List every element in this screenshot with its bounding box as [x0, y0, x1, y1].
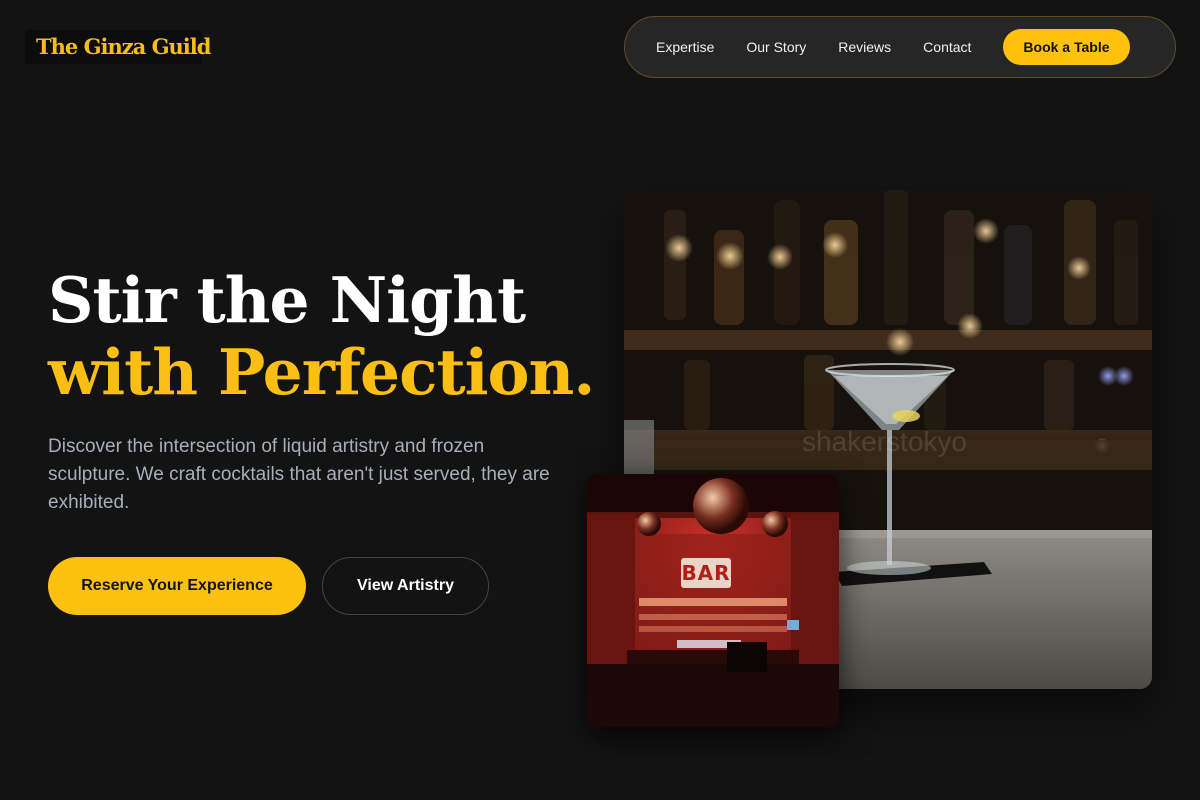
hero-title: Stir the Night with Perfection. — [48, 264, 608, 408]
photo-watermark: shakerstokyo — [802, 426, 967, 457]
brand-logo[interactable]: The Ginza Guild — [25, 30, 211, 64]
top-navigation: Expertise Our Story Reviews Contact Book… — [624, 16, 1176, 78]
nav-link-contact[interactable]: Contact — [923, 39, 971, 55]
reserve-experience-button[interactable]: Reserve Your Experience — [48, 557, 306, 615]
nav-link-our-story[interactable]: Our Story — [746, 39, 806, 55]
nav-link-expertise[interactable]: Expertise — [656, 39, 714, 55]
hero-title-line2: with Perfection. — [48, 335, 595, 409]
bar-interior-photo: BAR — [587, 474, 839, 727]
hero-subtitle: Discover the intersection of liquid arti… — [48, 436, 550, 513]
book-table-button[interactable]: Book a Table — [1003, 29, 1130, 65]
hero-title-line1: Stir the Night — [48, 263, 526, 337]
view-artistry-button[interactable]: View Artistry — [322, 557, 489, 615]
bar-sign: BAR — [681, 561, 731, 585]
nav-link-reviews[interactable]: Reviews — [838, 39, 891, 55]
